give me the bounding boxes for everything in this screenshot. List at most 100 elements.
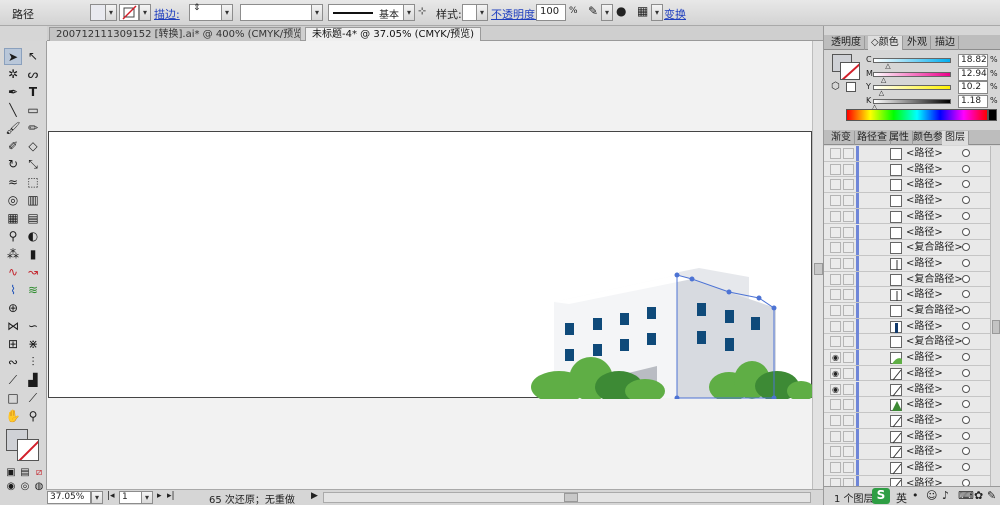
brush-definition-field[interactable]: 基本 [328, 4, 404, 21]
mic-icon[interactable]: ♪ [942, 489, 949, 502]
layer-row[interactable]: <路径> [824, 428, 990, 445]
arc-tool-icon[interactable]: ↝ [24, 264, 42, 281]
visibility-toggle[interactable] [830, 305, 841, 316]
layer-row[interactable]: ◉ <路径> [824, 381, 990, 398]
visibility-toggle[interactable] [830, 257, 841, 269]
scale-tool-icon[interactable]: ⤡ [24, 156, 42, 173]
layer-row[interactable]: <路径> [824, 475, 990, 486]
visibility-toggle[interactable] [830, 210, 841, 222]
lock-toggle[interactable] [843, 148, 854, 159]
free-transform-tool-icon[interactable]: ⬚ [24, 174, 42, 191]
twirl-tool-icon[interactable]: ∽ [24, 318, 42, 335]
layer-row[interactable]: <复合路径> [824, 334, 990, 351]
stroke-color-box[interactable] [17, 439, 39, 461]
color-spectrum[interactable] [846, 109, 988, 121]
visibility-toggle[interactable] [830, 273, 841, 285]
pencil-tool-icon[interactable]: ✏ [24, 120, 42, 137]
blend-tool-icon[interactable]: ◐ [24, 228, 42, 245]
direct-selection-tool-icon[interactable]: ↖ [24, 48, 42, 65]
pucker-tool-icon[interactable]: ⋇ [24, 336, 42, 353]
scroll-thumb[interactable] [814, 263, 823, 275]
scroll-thumb[interactable] [564, 493, 578, 502]
recolor-dropdown[interactable]: ▾ [601, 4, 613, 21]
tab-stroke[interactable]: 描边 [932, 36, 959, 50]
layer-row[interactable]: <路径> [824, 161, 990, 178]
artboard[interactable] [48, 131, 815, 403]
tab-appearance[interactable]: 外观 [904, 36, 931, 50]
target-icon[interactable] [962, 463, 970, 471]
layer-row[interactable]: <路径> [824, 318, 990, 335]
type-tool-icon[interactable]: T [24, 84, 42, 101]
layer-row[interactable]: ◉ <路径> [824, 350, 990, 366]
grid-tool-icon[interactable]: ⊞ [4, 336, 22, 353]
draw-inside-icon[interactable]: ◍ [30, 478, 48, 495]
tab-document-2[interactable]: 未标题-4* @ 37.05% (CMYK/预览) × [305, 27, 481, 41]
channel-value-field[interactable]: 12.94 [958, 67, 988, 81]
recolor-icon[interactable]: ✎ [588, 4, 598, 18]
column-graph-tool-icon[interactable]: ▮ [24, 246, 42, 263]
lock-toggle[interactable] [843, 179, 854, 191]
lock-toggle[interactable] [843, 163, 854, 175]
lock-toggle[interactable] [843, 242, 854, 254]
opacity-panel-link[interactable]: 不透明度: [491, 6, 539, 22]
target-icon[interactable] [962, 447, 970, 456]
artboard-dropdown[interactable]: ▾ [141, 491, 153, 504]
channel-value-field[interactable]: 10.2 [958, 81, 988, 94]
visibility-toggle[interactable] [830, 414, 841, 426]
hand-tool-icon[interactable]: ✋ [4, 408, 22, 425]
tab-color[interactable]: ◇颜色 [868, 36, 903, 50]
visibility-toggle[interactable]: ◉ [830, 383, 841, 395]
transform-link[interactable]: 变换 [664, 6, 686, 22]
align-dropdown[interactable]: ▾ [651, 4, 663, 21]
target-icon[interactable] [962, 478, 970, 486]
eraser-tool-icon[interactable]: ◇ [24, 138, 42, 155]
lock-toggle[interactable] [843, 257, 854, 269]
symbol-sprayer-tool-icon[interactable]: ⁂ [4, 246, 22, 263]
lock-toggle[interactable] [843, 210, 854, 222]
layer-row[interactable]: <路径> [824, 412, 990, 429]
target-icon[interactable] [962, 431, 970, 440]
zoom-field[interactable]: 37.05% [47, 491, 91, 504]
target-icon[interactable] [962, 243, 970, 252]
smooth-tool-icon[interactable]: ⌇ [4, 282, 22, 299]
visibility-toggle[interactable] [830, 195, 841, 207]
curve-tool-icon[interactable]: ∿ [4, 264, 22, 281]
skin-icon[interactable]: ✿ [974, 489, 983, 502]
target-icon[interactable] [962, 164, 970, 173]
channel-slider-track[interactable]: △ [873, 58, 951, 70]
fill-dropdown[interactable]: ▾ [105, 4, 117, 21]
layer-row[interactable]: <路径> [824, 397, 990, 413]
gradient-tool-icon[interactable]: ▤ [24, 210, 42, 227]
visibility-toggle[interactable]: ◉ [830, 352, 841, 364]
visibility-toggle[interactable] [830, 179, 841, 191]
target-icon[interactable] [962, 306, 970, 314]
magic-wand-tool-icon[interactable]: ✲ [4, 66, 22, 83]
visibility-toggle[interactable] [830, 430, 841, 442]
target-icon[interactable] [962, 290, 970, 299]
target-icon[interactable] [962, 384, 970, 393]
scroll-thumb[interactable] [992, 320, 1000, 334]
layer-row[interactable]: <路径> [824, 224, 990, 241]
visibility-toggle[interactable] [830, 320, 841, 332]
lock-toggle[interactable] [843, 477, 854, 486]
target-icon[interactable] [962, 149, 970, 157]
brush-dropdown[interactable]: ▾ [403, 4, 415, 21]
lasso-tool-icon[interactable]: ᔕ [24, 66, 42, 83]
zoom-tool-icon[interactable]: ⚲ [24, 408, 42, 425]
lock-toggle[interactable] [843, 462, 854, 473]
lock-toggle[interactable] [843, 367, 854, 379]
visibility-toggle[interactable] [830, 289, 841, 301]
next-artboard-icon[interactable]: ▸ [157, 491, 162, 501]
layer-row[interactable]: <复合路径> [824, 303, 990, 319]
tab-layers[interactable]: 图层 [942, 131, 969, 145]
visibility-toggle[interactable] [830, 399, 841, 411]
zoom-dropdown[interactable]: ▾ [91, 491, 103, 504]
crosshair-tool-icon[interactable]: ⊕ [4, 300, 22, 317]
opacity-field[interactable]: 100 [536, 4, 566, 21]
eyedropper-tool-icon[interactable]: ⚲ [4, 228, 22, 245]
target-icon[interactable] [962, 180, 970, 189]
punctuation-icon[interactable]: • [912, 489, 919, 502]
layer-row[interactable]: <路径> [824, 287, 990, 303]
selection-tool-icon[interactable]: ➤ [4, 48, 22, 65]
lock-toggle[interactable] [843, 195, 854, 207]
